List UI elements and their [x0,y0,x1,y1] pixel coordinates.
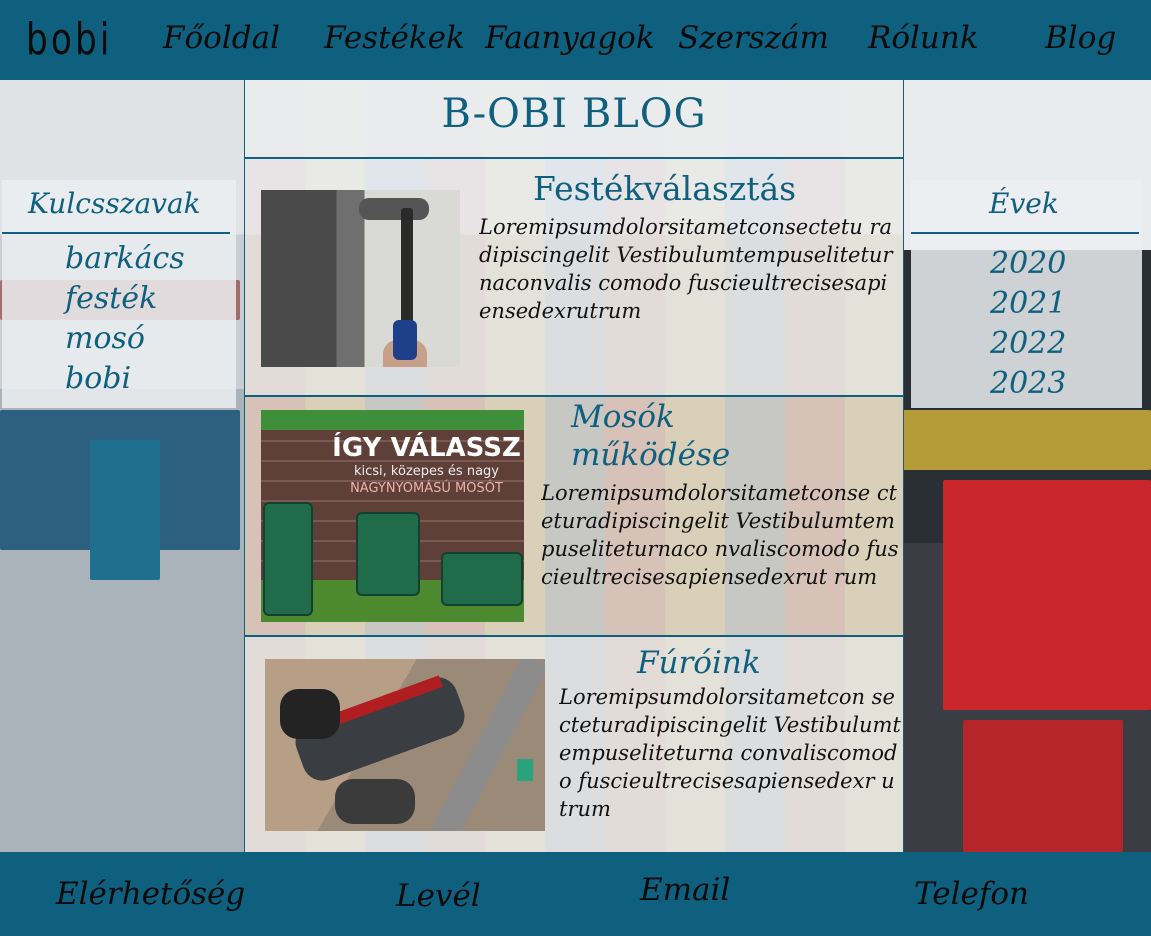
article-body: Loremipsumdolorsitametcon secteturadipis… [559,685,901,821]
glove-shape-2 [335,779,415,824]
keyword-item[interactable]: bobi [65,359,185,399]
article-body: Loremipsumdolorsitametconsectetu radipis… [479,215,893,323]
year-item[interactable]: 2020 [990,244,1066,284]
page-title: B-OBI BLOG [441,91,707,137]
glove-shape-1 [280,689,340,739]
roller-grip-shape [393,320,417,360]
keywords-list: barkács festék mosó bobi [65,239,185,399]
article-title-line-2[interactable]: működése [571,435,730,475]
years-panel: Évek 2020 2021 2022 2023 [911,180,1142,408]
article-title-line-1[interactable]: Mosók [571,397,675,437]
footer-link-level[interactable]: Levél [396,876,481,916]
year-item[interactable]: 2022 [990,324,1066,364]
year-item[interactable]: 2023 [990,364,1066,404]
blog-article-festekvalasztas[interactable]: Festékválasztás Loremipsumdolorsitametco… [245,159,903,397]
keywords-title: Kulcsszavak [28,187,201,220]
nav-item-fooldal[interactable]: Főoldal [163,18,280,58]
article-body: Loremipsumdolorsitametconse cteturadipis… [541,481,899,589]
washer-machine-1 [263,502,313,616]
nav-item-faanyagok[interactable]: Faanyagok [485,18,655,58]
blog-article-mosok[interactable]: ÍGY VÁLASSZ kicsi, közepes és nagy NAGYN… [245,397,903,637]
washer-banner: ÍGY VÁLASSZ kicsi, közepes és nagy NAGYN… [329,432,524,498]
site-logo[interactable]: bobi [26,14,113,66]
years-title: Évek [989,187,1059,220]
paint-roller-image[interactable] [261,190,460,367]
keyword-item[interactable]: barkács [65,239,185,279]
keywords-divider [2,232,230,234]
keyword-item[interactable]: mosó [65,319,185,359]
footer-link-email[interactable]: Email [640,870,730,910]
footer-link-elerhetoseg[interactable]: Elérhetőség [56,874,245,914]
drill-image[interactable] [265,659,545,831]
footer-bar: Elérhetőség Levél Email Telefon [0,852,1151,936]
years-divider [911,232,1139,234]
blog-article-furoink[interactable]: Fúróink Loremipsumdolorsitametcon sectet… [245,637,903,852]
nav-item-blog[interactable]: Blog [1045,18,1116,58]
washer-machine-2 [356,512,420,596]
blog-column: B-OBI BLOG Festékválasztás Loremipsumdol… [244,80,904,852]
roller-shape [359,198,429,220]
nav-item-szerszam[interactable]: Szerszám [678,18,829,58]
blog-title-box: B-OBI BLOG [245,80,903,159]
washer-machine-3 [441,552,523,606]
keywords-panel: Kulcsszavak barkács festék mosó bobi [2,180,236,408]
banner-headline: ÍGY VÁLASSZ [332,433,521,463]
nav-item-rolunk[interactable]: Rólunk [868,18,979,58]
footer-link-telefon[interactable]: Telefon [914,874,1029,914]
pressure-washer-image[interactable]: ÍGY VÁLASSZ kicsi, közepes és nagy NAGYN… [261,410,524,622]
top-navigation-bar: bobi Főoldal Festékek Faanyagok Szerszám… [0,0,1151,80]
article-title[interactable]: Fúróink [637,643,761,683]
article-title[interactable]: Festékválasztás [533,169,796,209]
year-item[interactable]: 2021 [990,284,1066,324]
drill-tip-shape [517,759,533,781]
banner-subline: kicsi, közepes és nagy [354,464,499,479]
keyword-item[interactable]: festék [65,279,185,319]
banner-subline-2: NAGYNYOMÁSÚ MOSÓT [350,481,503,496]
nav-item-festekek[interactable]: Festékek [324,18,465,58]
years-list: 2020 2021 2022 2023 [990,244,1066,404]
